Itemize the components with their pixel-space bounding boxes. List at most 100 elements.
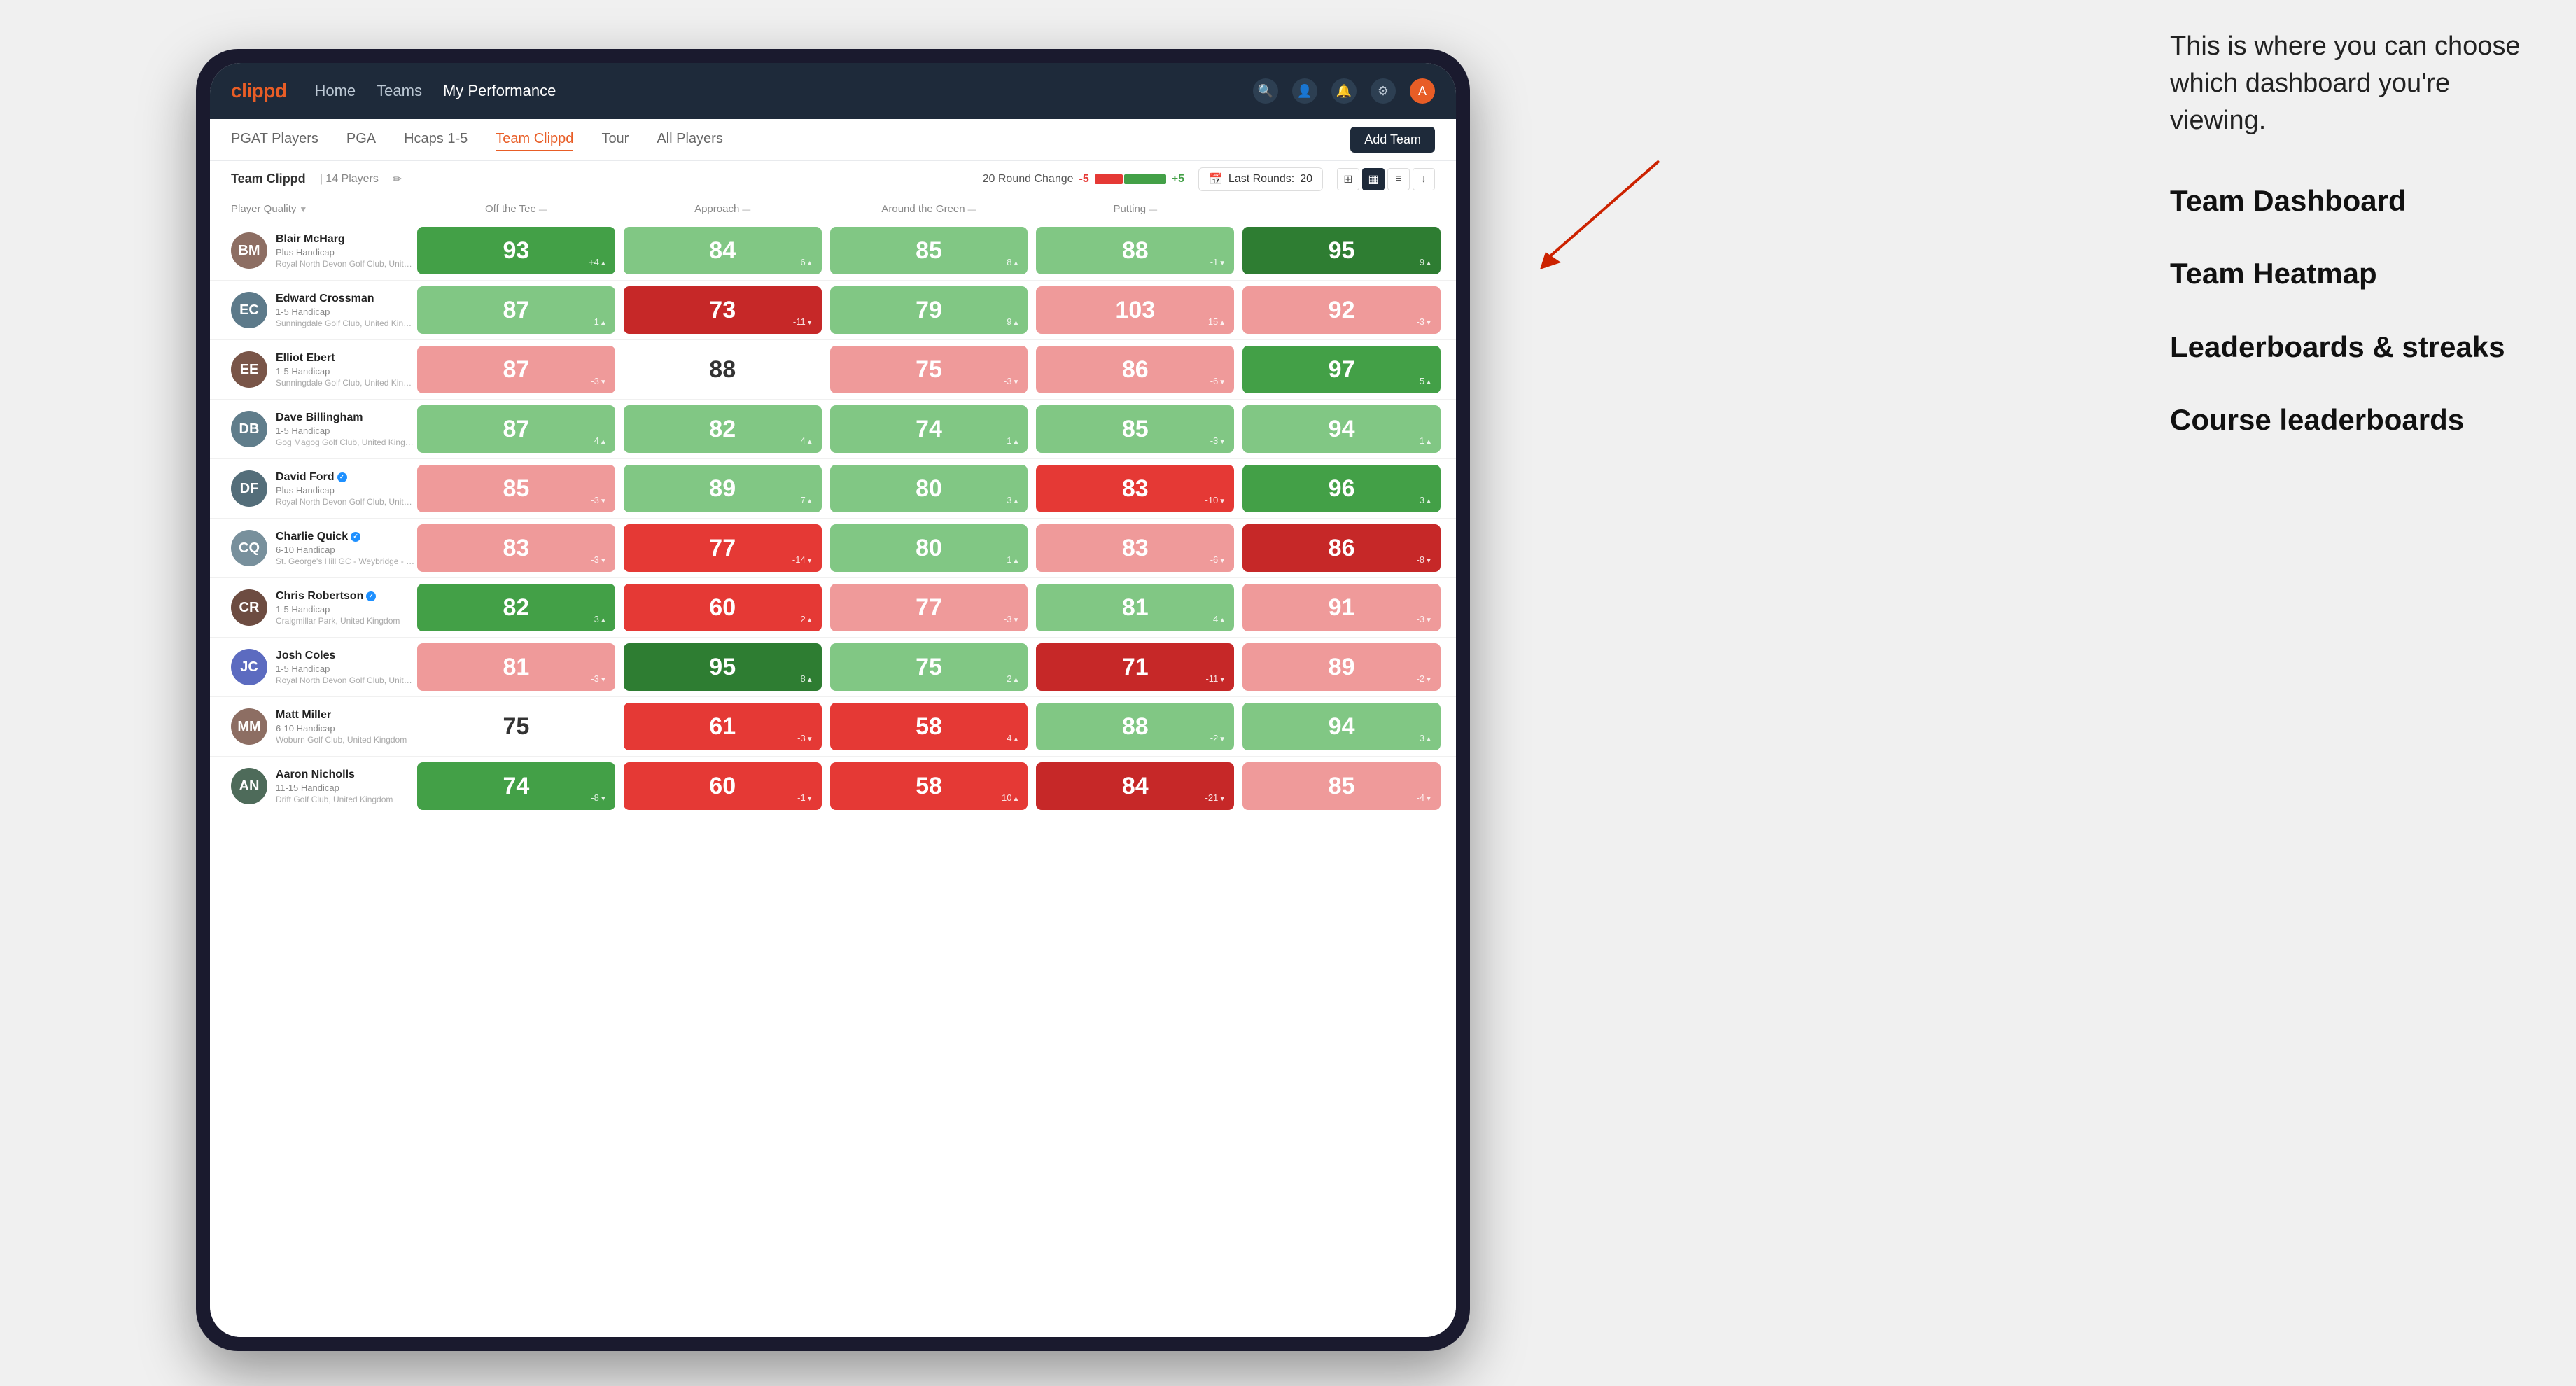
col-putting[interactable]: Putting — xyxy=(1032,203,1238,215)
player-row[interactable]: ECEdward Crossman1-5 HandicapSunningdale… xyxy=(210,281,1456,340)
score-cell: 741 xyxy=(830,405,1028,453)
score-cell: 602 xyxy=(624,584,822,631)
tab-all-players[interactable]: All Players xyxy=(657,128,722,151)
score-change: 5 xyxy=(1420,376,1432,386)
score-change: -3 xyxy=(1004,376,1019,386)
player-name[interactable]: Chris Robertson✓ xyxy=(276,590,400,603)
down-arrow-icon xyxy=(1219,554,1226,565)
user-avatar[interactable]: A xyxy=(1410,78,1435,104)
up-arrow-icon xyxy=(1012,257,1019,267)
tab-hcaps[interactable]: Hcaps 1-5 xyxy=(404,128,468,151)
score-change: 2 xyxy=(1007,673,1019,684)
score-cell: 963 xyxy=(1242,465,1441,512)
tab-team-clippd[interactable]: Team Clippd xyxy=(496,128,573,151)
down-arrow-icon xyxy=(1425,554,1432,565)
sub-nav-items: PGAT Players PGA Hcaps 1-5 Team Clippd T… xyxy=(231,128,1350,151)
player-name[interactable]: Elliot Ebert xyxy=(276,352,416,365)
settings-icon[interactable]: ⚙ xyxy=(1371,78,1396,104)
player-name[interactable]: Charlie Quick✓ xyxy=(276,531,416,543)
col-approach-label: Approach xyxy=(694,203,739,215)
nav-my-performance[interactable]: My Performance xyxy=(443,79,556,103)
player-club: St. George's Hill GC - Weybridge - Surre… xyxy=(276,556,416,566)
score-cell: 85-3 xyxy=(1036,405,1234,453)
sort-arrow-putting: — xyxy=(1149,204,1157,214)
down-arrow-icon xyxy=(1425,316,1432,327)
player-row[interactable]: CQCharlie Quick✓6-10 HandicapSt. George'… xyxy=(210,519,1456,578)
score-value: 84 xyxy=(1122,773,1149,800)
player-name[interactable]: Aaron Nicholls xyxy=(276,769,393,781)
score-change: +4 xyxy=(589,257,607,267)
download-view-button[interactable]: ↓ xyxy=(1413,168,1435,190)
score-cell: 941 xyxy=(1242,405,1441,453)
player-name[interactable]: David Ford✓ xyxy=(276,471,416,484)
down-arrow-icon xyxy=(806,733,813,743)
nav-home[interactable]: Home xyxy=(314,79,356,103)
player-name[interactable]: Matt Miller xyxy=(276,709,407,722)
stats-view-button[interactable]: ≡ xyxy=(1387,168,1410,190)
col-around-green[interactable]: Around the Green — xyxy=(826,203,1032,215)
player-row[interactable]: DBDave Billingham1-5 HandicapGog Magog G… xyxy=(210,400,1456,459)
up-arrow-icon xyxy=(1012,673,1019,684)
player-row[interactable]: JCJosh Coles1-5 HandicapRoyal North Devo… xyxy=(210,638,1456,697)
up-arrow-icon xyxy=(1425,733,1432,743)
score-value: 75 xyxy=(503,713,529,741)
notifications-icon[interactable]: 🔔 xyxy=(1331,78,1357,104)
score-cell: 752 xyxy=(830,643,1028,691)
player-name[interactable]: Dave Billingham xyxy=(276,412,416,424)
player-avatar: BM xyxy=(231,232,267,269)
down-arrow-icon xyxy=(1425,792,1432,803)
col-player-quality[interactable]: Player Quality ▼ xyxy=(231,203,413,215)
player-name[interactable]: Josh Coles xyxy=(276,650,416,662)
player-club: Sunningdale Golf Club, United Kingdom xyxy=(276,378,416,388)
score-cell: 584 xyxy=(830,703,1028,750)
profile-icon[interactable]: 👤 xyxy=(1292,78,1317,104)
player-handicap: 1-5 Handicap xyxy=(276,307,416,317)
score-change: -21 xyxy=(1205,792,1226,803)
down-arrow-icon xyxy=(1012,376,1019,386)
player-info-8: MMMatt Miller6-10 HandicapWoburn Golf Cl… xyxy=(231,708,413,745)
main-content: Player Quality ▼ Off the Tee — Approach … xyxy=(210,197,1456,1337)
player-row[interactable]: EEElliot Ebert1-5 HandicapSunningdale Go… xyxy=(210,340,1456,400)
score-value: 84 xyxy=(709,237,736,265)
player-row[interactable]: ANAaron Nicholls11-15 HandicapDrift Golf… xyxy=(210,757,1456,816)
score-cell: 801 xyxy=(830,524,1028,572)
score-change: -3 xyxy=(1417,316,1432,327)
player-avatar: CR xyxy=(231,589,267,626)
score-value: 81 xyxy=(503,654,529,681)
player-name[interactable]: Edward Crossman xyxy=(276,293,416,305)
player-row[interactable]: MMMatt Miller6-10 HandicapWoburn Golf Cl… xyxy=(210,697,1456,757)
logo[interactable]: clippd xyxy=(231,80,286,102)
col-approach[interactable]: Approach — xyxy=(620,203,826,215)
edit-icon[interactable]: ✏ xyxy=(393,172,402,186)
down-arrow-icon xyxy=(1219,792,1226,803)
tab-pgat-players[interactable]: PGAT Players xyxy=(231,128,318,151)
grid-view-button[interactable]: ⊞ xyxy=(1337,168,1359,190)
down-arrow-icon xyxy=(1425,614,1432,624)
col-off-tee[interactable]: Off the Tee — xyxy=(413,203,620,215)
down-arrow-icon xyxy=(806,316,813,327)
column-headers: Player Quality ▼ Off the Tee — Approach … xyxy=(210,197,1456,221)
score-change: 4 xyxy=(594,435,607,446)
player-row[interactable]: CRChris Robertson✓1-5 HandicapCraigmilla… xyxy=(210,578,1456,638)
last-rounds-button[interactable]: 📅 Last Rounds: 20 xyxy=(1198,167,1323,191)
score-value: 58 xyxy=(916,773,942,800)
score-change: -3 xyxy=(1210,435,1226,446)
heatmap-view-button[interactable]: ▦ xyxy=(1362,168,1385,190)
down-arrow-icon xyxy=(1219,376,1226,386)
down-arrow-icon xyxy=(600,376,607,386)
player-row[interactable]: BMBlair McHargPlus HandicapRoyal North D… xyxy=(210,221,1456,281)
nav-teams[interactable]: Teams xyxy=(377,79,422,103)
option-team-heatmap: Team Heatmap xyxy=(2170,255,2534,293)
up-arrow-icon xyxy=(806,435,813,446)
search-icon[interactable]: 🔍 xyxy=(1253,78,1278,104)
tab-pga[interactable]: PGA xyxy=(346,128,376,151)
score-cell: 823 xyxy=(417,584,615,631)
score-cell: 10315 xyxy=(1036,286,1234,334)
up-arrow-icon xyxy=(1425,435,1432,446)
tab-tour[interactable]: Tour xyxy=(601,128,629,151)
up-arrow-icon xyxy=(1219,316,1226,327)
score-cell: 85-4 xyxy=(1242,762,1441,810)
player-row[interactable]: DFDavid Ford✓Plus HandicapRoyal North De… xyxy=(210,459,1456,519)
add-team-button[interactable]: Add Team xyxy=(1350,127,1435,153)
player-name[interactable]: Blair McHarg xyxy=(276,233,416,246)
